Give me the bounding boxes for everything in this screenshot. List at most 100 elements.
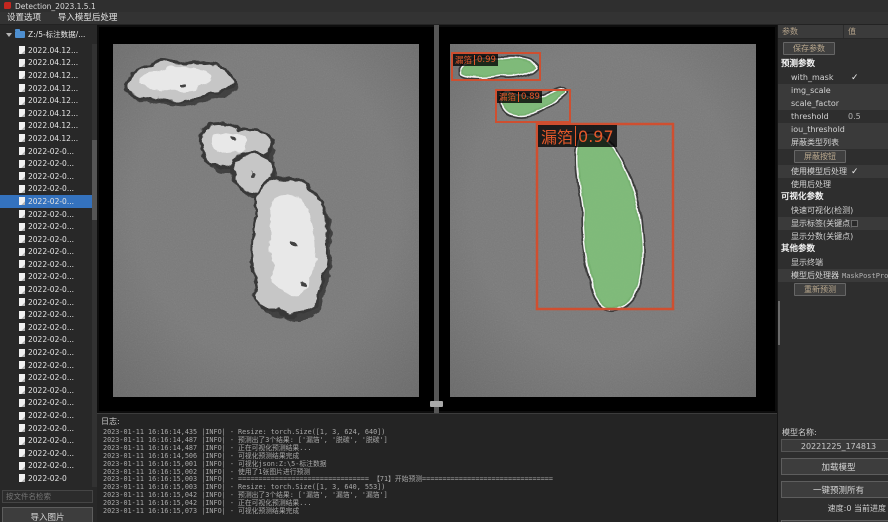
tree-item[interactable]: 2022.04.12... bbox=[0, 120, 92, 133]
param-row[interactable]: 显示分数(关键点) bbox=[778, 230, 888, 243]
param-row[interactable]: iou_threshold bbox=[778, 123, 888, 136]
param-action-button[interactable]: 重新预测 bbox=[794, 283, 846, 296]
menu-import-model-postprocess[interactable]: 导入模型后处理 bbox=[51, 12, 125, 24]
import-images-button[interactable]: 导入图片 bbox=[2, 507, 93, 522]
menu-settings[interactable]: 设置选项 bbox=[0, 12, 48, 24]
params-scrollbar[interactable] bbox=[778, 301, 780, 345]
tree-item[interactable]: 2022.04.12... bbox=[0, 69, 92, 82]
tree-item[interactable]: 2022-02-0... bbox=[0, 208, 92, 221]
tree-item[interactable]: 2022-02-0... bbox=[0, 283, 92, 296]
tree-item-label: 2022-02-0... bbox=[28, 184, 74, 193]
tree-item[interactable]: 2022-02-0... bbox=[0, 233, 92, 246]
file-icon bbox=[19, 424, 25, 432]
tree-item[interactable]: 2022-02-0... bbox=[0, 346, 92, 359]
predict-all-button[interactable]: 一键预测所有 bbox=[781, 481, 888, 498]
param-row[interactable]: scale_factor bbox=[778, 97, 888, 110]
tree-item[interactable]: 2022.04.12... bbox=[0, 82, 92, 95]
app-logo-icon bbox=[4, 2, 11, 9]
tree-root-folder[interactable]: Z:/5-标注数据/... bbox=[0, 28, 97, 41]
tree-item[interactable]: 2022-02-0... bbox=[0, 460, 92, 473]
tree-item[interactable]: 2022-02-0... bbox=[0, 422, 92, 435]
tree-item-label: 2022-02-0... bbox=[28, 449, 74, 458]
tree-item[interactable]: 2022-02-0... bbox=[0, 371, 92, 384]
file-icon bbox=[19, 223, 25, 231]
tree-item-label: 2022-02-0... bbox=[28, 461, 74, 470]
tree-item[interactable]: 2022-02-0... bbox=[0, 258, 92, 271]
param-row[interactable]: 快速可视化(检测) bbox=[778, 204, 888, 217]
param-row[interactable]: 使用模型后处理✓ bbox=[778, 165, 888, 178]
tree-item[interactable]: 2022-02-0... bbox=[0, 447, 92, 460]
param-row[interactable]: 显示终端 bbox=[778, 256, 888, 269]
file-icon bbox=[19, 374, 25, 382]
log-lines[interactable]: 2023-01-11 16:16:14,435 |INFO| - Resize:… bbox=[97, 429, 777, 516]
param-row[interactable]: 显示标签(关键点) bbox=[778, 217, 888, 230]
tree-item[interactable]: 2022-02-0... bbox=[0, 359, 92, 372]
app-window: Detection_2023.1.5.1 设置选项 导入模型后处理 Z:/5-标… bbox=[0, 0, 888, 522]
tree-item-label: 2022-02-0... bbox=[28, 348, 74, 357]
model-block: 模型名称: 20221225_174813 加载模型 一键预测所有 速度:0 当… bbox=[778, 427, 888, 522]
param-label: img_scale bbox=[791, 86, 831, 95]
tree-item-label: 2022.04.12... bbox=[28, 58, 78, 67]
tree-item[interactable]: 2022-02-0 bbox=[0, 472, 92, 485]
tree-item[interactable]: 2022.04.12... bbox=[0, 57, 92, 70]
tree-item[interactable]: 2022-02-0... bbox=[0, 183, 92, 196]
file-icon bbox=[19, 449, 25, 457]
tree-item-label: 2022-02-0... bbox=[28, 210, 74, 219]
tree-item[interactable]: 2022-02-0... bbox=[0, 384, 92, 397]
label-divider bbox=[575, 126, 576, 146]
param-button-row: 屏蔽按钮 bbox=[778, 150, 888, 165]
param-row[interactable]: 使用后处理 bbox=[778, 178, 888, 191]
tree-item[interactable]: 2022-02-0... bbox=[0, 308, 92, 321]
tree-item[interactable]: 2022-02-0... bbox=[0, 409, 92, 422]
original-image[interactable] bbox=[113, 44, 419, 397]
tree-item-label: 2022-02-0... bbox=[28, 260, 74, 269]
load-model-button[interactable]: 加载模型 bbox=[781, 458, 888, 475]
tree-item[interactable]: 2022.04.12... bbox=[0, 107, 92, 120]
viewer-splitter[interactable] bbox=[434, 25, 439, 413]
tree-item[interactable]: 2022.04.12... bbox=[0, 44, 92, 57]
tree-item-label: 2022-02-0... bbox=[28, 361, 74, 370]
tree-item[interactable]: 2022-02-0... bbox=[0, 220, 92, 233]
tree-item-label: 2022-02-0... bbox=[28, 373, 74, 382]
tree-item[interactable]: 2022-02-0... bbox=[0, 157, 92, 170]
param-section-header: 可视化参数 bbox=[778, 191, 888, 204]
file-tree-panel: Z:/5-标注数据/... 2022.04.12...2022.04.12...… bbox=[0, 25, 98, 522]
param-label: 使用后处理 bbox=[791, 179, 831, 190]
tree-item[interactable]: 2022-02-0... bbox=[0, 321, 92, 334]
tree-item-label: 2022-02-0... bbox=[28, 272, 74, 281]
param-value: 0.5 bbox=[848, 112, 861, 121]
param-row[interactable]: img_scale bbox=[778, 84, 888, 97]
tree-item[interactable]: 2022-02-0... bbox=[0, 296, 92, 309]
tree-item[interactable]: 2022-02-0... bbox=[0, 271, 92, 284]
file-icon bbox=[19, 97, 25, 105]
tree-item-label: 2022-02-0 bbox=[28, 474, 67, 483]
tree-item[interactable]: 2022.04.12... bbox=[0, 94, 92, 107]
param-action-button[interactable]: 屏蔽按钮 bbox=[794, 150, 846, 163]
splitter-handle-icon[interactable] bbox=[430, 401, 443, 407]
param-row[interactable]: with_mask✓ bbox=[778, 71, 888, 84]
tree-item[interactable]: 2022-02-0... bbox=[0, 246, 92, 259]
folder-icon bbox=[15, 31, 25, 38]
tree-item[interactable]: 2022-02-0... bbox=[0, 434, 92, 447]
tree-item[interactable]: 2022-02-0... bbox=[0, 334, 92, 347]
param-row[interactable]: threshold0.5 bbox=[778, 110, 888, 123]
file-icon bbox=[19, 286, 25, 294]
param-label: 模型后处理器 bbox=[791, 270, 839, 281]
param-row[interactable]: 屏蔽类型列表 bbox=[778, 136, 888, 149]
param-row[interactable]: 模型后处理器MaskPostPro bbox=[778, 269, 888, 282]
search-input[interactable] bbox=[2, 490, 93, 503]
param-label: 使用模型后处理 bbox=[791, 166, 847, 177]
model-name-field[interactable]: 20221225_174813 bbox=[781, 439, 888, 452]
tree-item[interactable]: 2022-02-0... bbox=[0, 145, 92, 158]
tree-item-label: 2022-02-0... bbox=[28, 285, 74, 294]
expand-arrow-icon[interactable] bbox=[6, 33, 12, 37]
checkbox-empty[interactable] bbox=[851, 220, 858, 227]
save-params-button[interactable]: 保存参数 bbox=[783, 42, 835, 55]
prediction-image-svg bbox=[450, 44, 756, 397]
tree-item[interactable]: 2022.04.12... bbox=[0, 132, 92, 145]
tree-item[interactable]: 2022-02-0... bbox=[0, 195, 92, 208]
param-label: scale_factor bbox=[791, 99, 839, 108]
tree-item[interactable]: 2022-02-0... bbox=[0, 397, 92, 410]
tree-item[interactable]: 2022-02-0... bbox=[0, 170, 92, 183]
prediction-image[interactable]: 漏箔0.99 漏箔0.89 漏箔0.97 bbox=[450, 44, 756, 397]
